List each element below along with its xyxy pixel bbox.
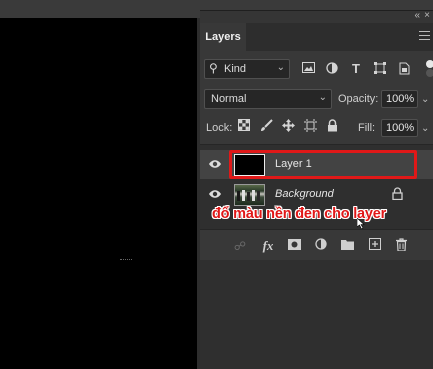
filter-kind-select[interactable]: ⚲ Kind ⌄ <box>204 59 290 79</box>
fill-input[interactable]: 100% <box>381 119 418 137</box>
lock-position-icon[interactable] <box>280 119 296 135</box>
chevron-down-icon: ⌄ <box>318 92 327 103</box>
layer-row-layer-1[interactable]: Layer 1 <box>200 150 433 179</box>
lock-all-icon[interactable] <box>324 119 340 135</box>
panel-resize-grip[interactable] <box>120 259 132 263</box>
collapse-panels-icon[interactable]: « <box>414 10 419 21</box>
group-folder-icon[interactable] <box>339 238 355 254</box>
toggle-off-dot <box>426 69 433 77</box>
image-filter-icon[interactable] <box>301 62 315 76</box>
toggle-on-dot <box>426 60 433 68</box>
fill-label: Fill: <box>358 122 376 134</box>
mask-icon[interactable] <box>286 238 302 254</box>
layer-row-background[interactable]: Background <box>200 180 433 209</box>
blend-mode-value: Normal <box>211 93 247 105</box>
fill-chevron-icon[interactable]: ⌄ <box>421 123 429 134</box>
filter-toggle[interactable] <box>426 59 433 78</box>
fx-icon[interactable]: fx <box>260 238 276 254</box>
panel-collapse-bar: « × <box>200 10 433 24</box>
eye-icon[interactable] <box>209 189 221 199</box>
lock-artboard-icon[interactable] <box>302 119 318 135</box>
highlight-box <box>229 150 417 179</box>
trash-icon[interactable] <box>393 238 409 254</box>
layer-thumbnail-photo <box>234 184 265 206</box>
smart-object-filter-icon[interactable] <box>397 62 411 76</box>
panel-tab-row: Layers <box>200 23 433 51</box>
new-layer-icon[interactable] <box>367 238 383 254</box>
blend-row: Normal ⌄ Opacity: 100% ⌄ <box>200 89 433 111</box>
lock-transparent-pixels-icon[interactable] <box>236 119 252 135</box>
filter-row: ⚲ Kind ⌄ T <box>200 59 433 81</box>
lock-image-pixels-icon[interactable] <box>258 119 274 135</box>
layers-panel: Layers ⚲ Kind ⌄ T Normal ⌄ Opacity: 100%… <box>200 23 433 260</box>
opacity-label: Opacity: <box>338 93 379 105</box>
layers-bottom-bar: ☍ fx <box>200 229 433 260</box>
lock-row: Lock: Fill: 100% ⌄ <box>200 118 433 140</box>
opacity-input[interactable]: 100% <box>381 90 418 108</box>
document-canvas[interactable] <box>0 18 197 369</box>
fill-value: 100% <box>386 122 415 134</box>
tab-layers[interactable]: Layers <box>200 23 246 51</box>
layer-name[interactable]: Background <box>275 188 334 200</box>
blend-mode-select[interactable]: Normal ⌄ <box>204 89 332 109</box>
adjustment-filter-icon[interactable] <box>325 62 339 76</box>
layer-lock-icon[interactable] <box>392 187 403 201</box>
search-icon: ⚲ <box>209 61 218 75</box>
adjustment-layer-icon[interactable] <box>313 238 329 254</box>
shape-filter-icon[interactable] <box>373 62 387 76</box>
link-layers-icon[interactable]: ☍ <box>232 238 248 254</box>
chevron-down-icon: ⌄ <box>276 62 285 73</box>
eye-icon[interactable] <box>209 159 221 169</box>
lock-label: Lock: <box>206 122 233 134</box>
close-panel-icon[interactable]: × <box>424 10 430 21</box>
opacity-value: 100% <box>386 93 415 105</box>
panel-menu-icon[interactable] <box>419 31 430 40</box>
filter-kind-label: Kind <box>224 63 247 75</box>
type-filter-icon[interactable]: T <box>349 62 363 76</box>
opacity-chevron-icon[interactable]: ⌄ <box>421 94 429 105</box>
